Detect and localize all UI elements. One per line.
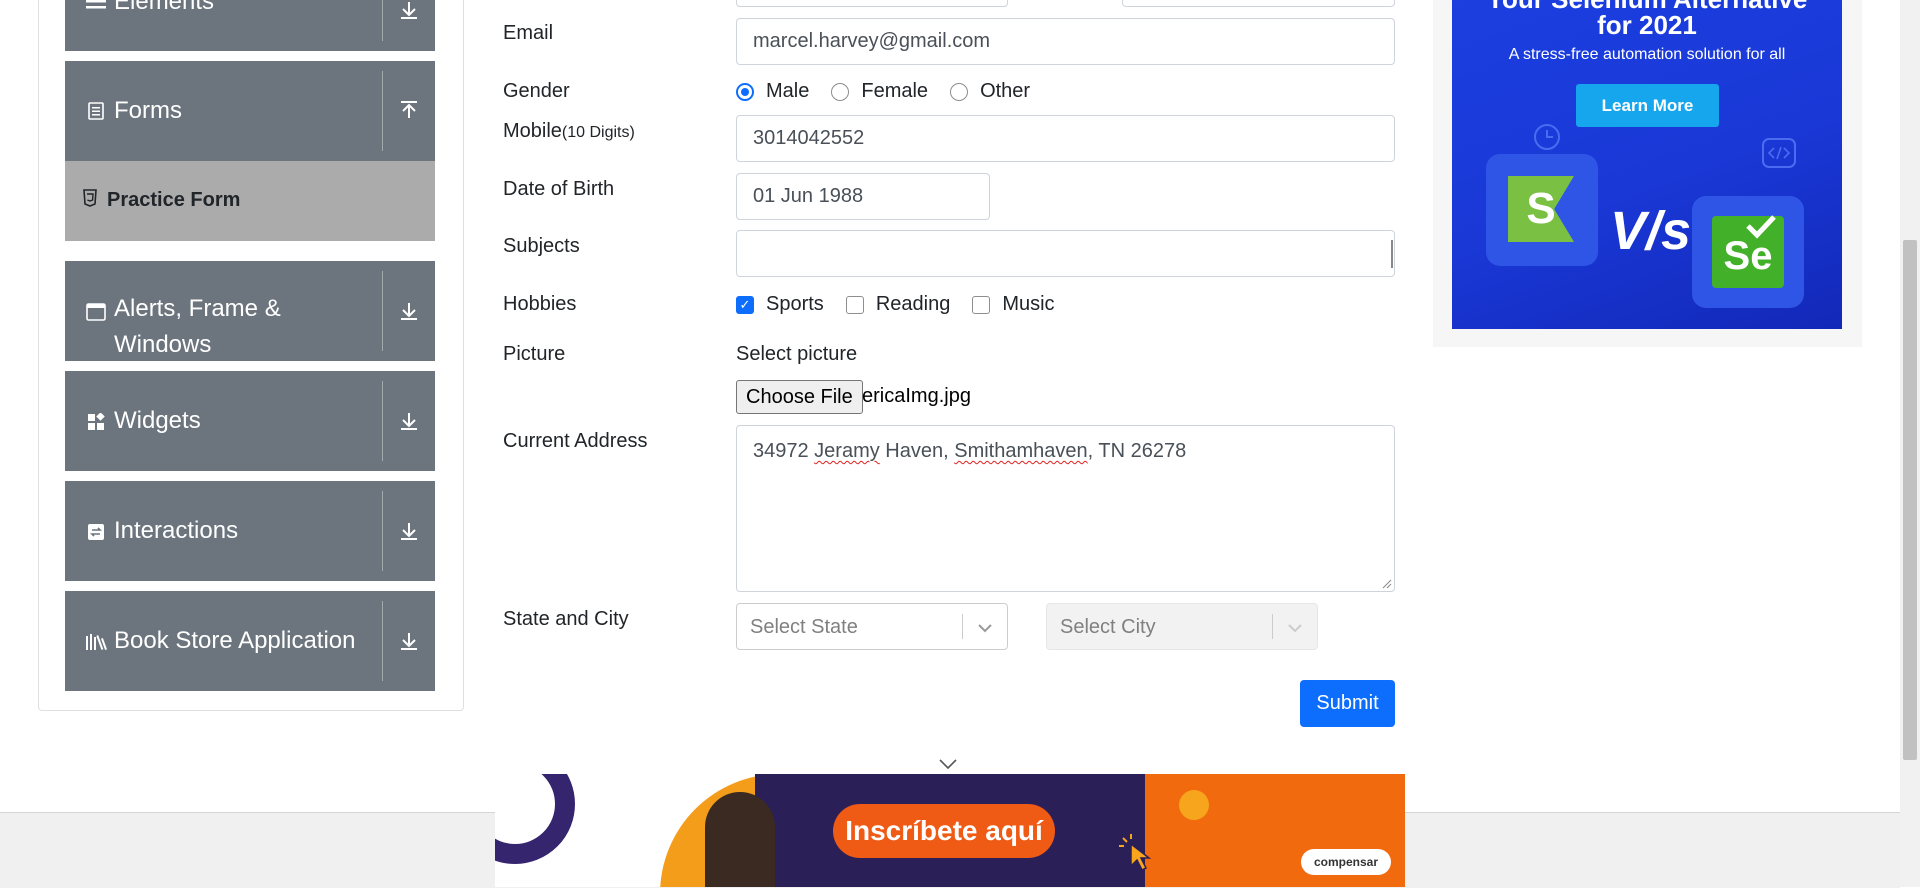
sidebar-group-label: Book Store Application	[114, 627, 356, 654]
checkmark-icon	[1746, 215, 1776, 239]
gender-female-radio[interactable]: Female	[831, 80, 928, 103]
chevron-down-icon[interactable]	[938, 757, 958, 771]
download-arrow-icon[interactable]	[393, 405, 425, 437]
hobbies-label: Hobbies	[503, 293, 577, 315]
books-icon	[85, 631, 107, 653]
sidebar-group-interactions[interactable]: Interactions	[65, 481, 435, 581]
mobile-field[interactable]: 3014042552	[736, 115, 1395, 162]
sidebar-item-practice-form[interactable]: Practice Form	[65, 161, 435, 241]
resize-handle-icon[interactable]	[1382, 579, 1392, 589]
sidebar-group-label: Alerts, Frame & Windows	[114, 295, 281, 358]
download-arrow-icon[interactable]	[393, 295, 425, 327]
subjects-input[interactable]	[736, 230, 1395, 277]
sidebar-group-forms[interactable]: Forms	[65, 61, 435, 161]
sidebar-group-label: Interactions	[114, 517, 239, 544]
spellcheck-word: Smithamhaven	[954, 440, 1088, 462]
compensar-ad-banner[interactable]: Inscríbete aquí compensar	[495, 774, 1405, 887]
email-label: Email	[503, 22, 554, 44]
selenium-alternative-ad[interactable]: Your Selenium Alternative for 2021 A str…	[1452, 0, 1842, 329]
sidebar-group-label: Forms	[114, 97, 182, 124]
mobile-hint: (10 Digits)	[561, 124, 635, 141]
sidebar-group-label: Widgets	[114, 407, 201, 434]
checkbox-icon[interactable]	[972, 295, 991, 314]
html5-icon	[83, 189, 97, 212]
person-photo	[705, 792, 775, 887]
current-address-textarea[interactable]: 34972 Jeramy Haven, Smithamhaven, TN 262…	[736, 425, 1395, 592]
submit-button[interactable]: Submit	[1300, 680, 1395, 727]
choose-file-button[interactable]: Choose File	[736, 380, 863, 414]
last-name-input[interactable]	[1122, 0, 1395, 7]
sidebar-group-book-store[interactable]: Book Store Application	[65, 591, 435, 691]
gender-label: Gender	[503, 80, 570, 102]
scrollbar-thumb[interactable]	[1903, 240, 1917, 760]
download-arrow-icon[interactable]	[393, 625, 425, 657]
mobile-label: Mobile(10 Digits)	[503, 120, 635, 142]
learn-more-button[interactable]: Learn More	[1576, 84, 1719, 127]
sidebar-item-label: Practice Form	[107, 189, 241, 211]
email-field[interactable]: marcel.harvey@gmail.com	[736, 18, 1395, 65]
hobby-music-checkbox[interactable]: Music	[972, 293, 1055, 316]
subjects-label: Subjects	[503, 235, 580, 257]
versus-text: V/s	[1610, 201, 1692, 261]
chevron-down-icon[interactable]	[1285, 618, 1305, 638]
menu-lines-icon	[85, 0, 107, 12]
katalon-logo: S	[1508, 176, 1574, 242]
compensar-logo: compensar	[1301, 849, 1391, 875]
katalon-logo-tile: S	[1486, 154, 1598, 266]
sidebar-group-label: Elements	[114, 0, 215, 15]
spellcheck-word: Jeramy	[814, 440, 880, 462]
dob-label: Date of Birth	[503, 178, 615, 200]
upload-arrow-icon[interactable]	[393, 95, 425, 127]
radio-selected-icon[interactable]	[736, 82, 754, 101]
city-placeholder: Select City	[1060, 616, 1156, 638]
picture-label: Picture	[503, 343, 566, 365]
ad-headline-year: for 2021	[1597, 10, 1697, 40]
selected-file-name: ericaImg.jpg	[862, 385, 971, 407]
text-cursor	[1391, 240, 1393, 268]
current-address-label: Current Address	[503, 430, 648, 452]
register-here-button[interactable]: Inscríbete aquí	[833, 804, 1055, 858]
city-select[interactable]: Select City	[1046, 603, 1318, 650]
code-icon	[1762, 138, 1796, 168]
download-arrow-icon[interactable]	[393, 0, 425, 26]
sidebar-group-alerts[interactable]: Alerts, Frame & Windows	[65, 261, 435, 361]
checkbox-icon[interactable]	[845, 295, 864, 314]
gender-radio-group: Male Female Other	[736, 80, 1052, 103]
gender-male-radio[interactable]: Male	[736, 80, 809, 103]
widgets-grid-icon	[85, 411, 107, 433]
hobby-sports-checkbox[interactable]: ✓ Sports	[736, 293, 824, 316]
clock-icon	[1534, 124, 1560, 150]
state-select[interactable]: Select State	[736, 603, 1008, 650]
selenium-logo-tile: Se	[1692, 196, 1804, 308]
select-picture-text: Select picture	[736, 343, 858, 365]
gender-other-radio[interactable]: Other	[950, 80, 1030, 103]
radio-icon[interactable]	[831, 82, 850, 101]
state-placeholder: Select State	[750, 616, 858, 638]
sync-arrows-icon	[85, 521, 107, 543]
radio-icon[interactable]	[950, 82, 969, 101]
state-city-label: State and City	[503, 608, 629, 630]
download-arrow-icon[interactable]	[393, 515, 425, 547]
sidebar-group-elements[interactable]: Elements	[65, 0, 435, 51]
browser-window-icon	[85, 301, 107, 323]
first-name-input[interactable]	[736, 0, 1008, 7]
cursor-click-icon	[1119, 834, 1152, 872]
hobbies-checkbox-group: ✓ Sports Reading Music	[736, 293, 1077, 316]
date-of-birth-input[interactable]: 01 Jun 1988	[736, 173, 990, 220]
ad-tagline: A stress-free automation solution for al…	[1508, 46, 1786, 63]
checkmark-icon[interactable]: ✓	[736, 295, 754, 314]
document-icon	[85, 100, 107, 122]
hobby-reading-checkbox[interactable]: Reading	[845, 293, 950, 316]
sidebar-group-widgets[interactable]: Widgets	[65, 371, 435, 471]
chevron-down-icon[interactable]	[975, 618, 995, 638]
